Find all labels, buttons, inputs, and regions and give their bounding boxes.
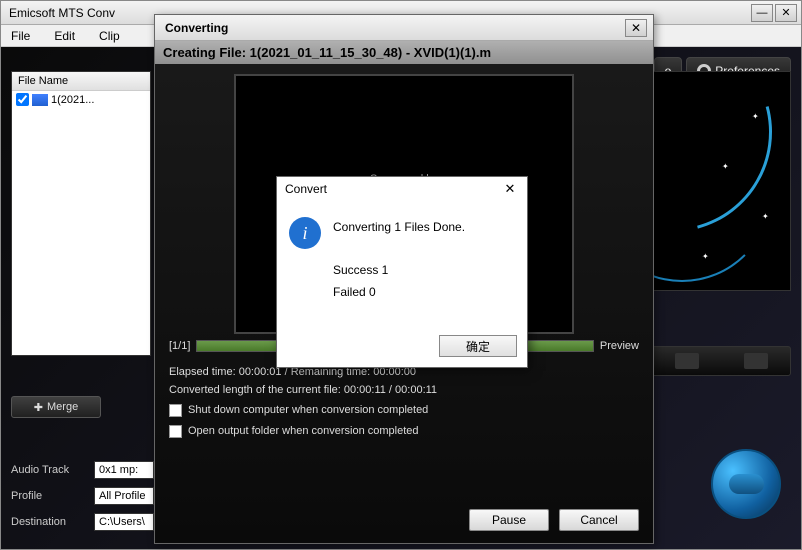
audio-track-input[interactable] — [94, 461, 154, 479]
alert-dialog: Convert ✕ i Converting 1 Files Done. Suc… — [276, 176, 528, 368]
alert-titlebar: Convert ✕ — [277, 177, 527, 201]
audio-track-label: Audio Track — [11, 464, 86, 476]
alert-line2: Success 1 — [333, 260, 465, 282]
close-button[interactable]: ✕ — [775, 4, 797, 22]
file-list: File Name 1(2021... — [11, 71, 151, 356]
alert-title: Convert — [285, 182, 501, 196]
minimize-button[interactable]: — — [751, 4, 773, 22]
destination-label: Destination — [11, 516, 86, 528]
pause-button[interactable]: Pause — [469, 509, 549, 531]
file-item-name: 1(2021... — [51, 94, 94, 106]
menu-clip[interactable]: Clip — [99, 29, 120, 43]
conversion-info: Elapsed time: 00:00:01 / Remaining time:… — [169, 364, 639, 440]
file-list-header: File Name — [12, 72, 150, 91]
shutdown-checkbox[interactable] — [169, 404, 182, 417]
open-folder-checkbox[interactable] — [169, 425, 182, 438]
progress-count: [1/1] — [169, 340, 190, 352]
snapshot-folder-icon[interactable] — [675, 353, 699, 369]
alert-line1: Converting 1 Files Done. — [333, 217, 465, 239]
alert-text: Converting 1 Files Done. Success 1 Faile… — [333, 217, 465, 303]
converting-titlebar: Converting ✕ — [155, 15, 653, 41]
converting-title: Converting — [161, 21, 625, 35]
file-item-checkbox[interactable] — [16, 93, 29, 106]
video-file-icon — [32, 94, 48, 106]
alert-close-button[interactable]: ✕ — [501, 181, 519, 197]
profile-label: Profile — [11, 490, 86, 502]
alert-body: i Converting 1 Files Done. Success 1 Fai… — [277, 201, 527, 313]
preview-toggle-label[interactable]: Preview — [600, 340, 639, 352]
left-panel: File Name 1(2021... ✚ Merge — [11, 71, 151, 418]
cancel-button[interactable]: Cancel — [559, 509, 639, 531]
open-folder-label: Open output folder when conversion compl… — [188, 423, 419, 441]
menu-file[interactable]: File — [11, 29, 30, 43]
convert-arrow-icon — [729, 474, 764, 494]
converted-length-text: Converted length of the current file: 00… — [169, 382, 639, 400]
preview-controls — [651, 346, 791, 376]
destination-input[interactable] — [94, 513, 154, 531]
menu-edit[interactable]: Edit — [54, 29, 75, 43]
converting-close-button[interactable]: ✕ — [625, 19, 647, 37]
shutdown-label: Shut down computer when conversion compl… — [188, 402, 428, 420]
convert-round-button[interactable] — [711, 449, 781, 519]
right-panel: ✦ ✦ ✦ ✦ — [651, 71, 791, 376]
merge-label: Merge — [47, 401, 78, 413]
info-icon: i — [289, 217, 321, 249]
file-list-item[interactable]: 1(2021... — [12, 91, 150, 108]
camera-icon[interactable] — [744, 353, 768, 369]
merge-icon: ✚ — [34, 401, 43, 414]
bottom-fields: Audio Track Profile Destination — [11, 461, 154, 539]
alert-line3: Failed 0 — [333, 282, 465, 304]
profile-input[interactable] — [94, 487, 154, 505]
merge-button[interactable]: ✚ Merge — [11, 396, 101, 418]
creating-file-label: Creating File: 1(2021_01_11_15_30_48) - … — [155, 41, 653, 64]
preview-area: ✦ ✦ ✦ ✦ — [651, 71, 791, 291]
ok-button[interactable]: 确定 — [439, 335, 517, 357]
